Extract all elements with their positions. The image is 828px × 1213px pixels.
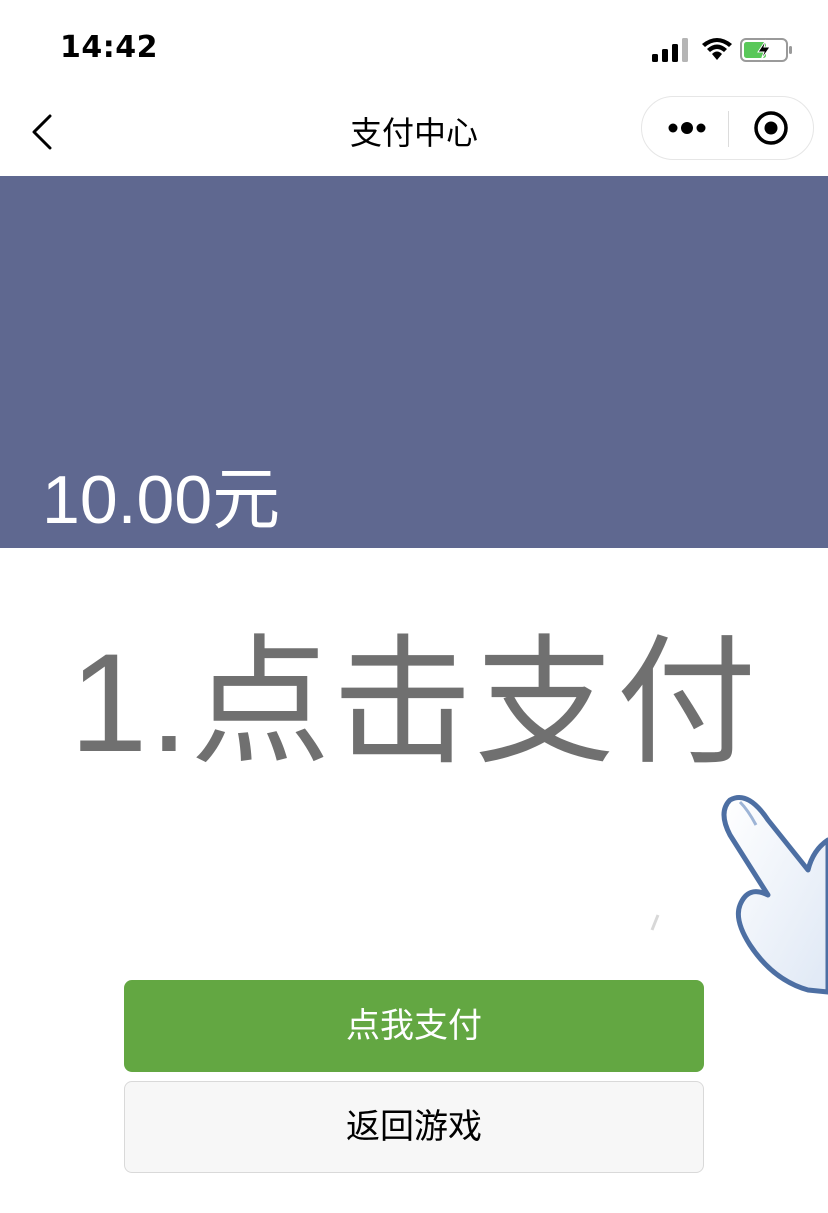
- instruction-text: 1.点击支付: [69, 624, 759, 781]
- close-target-icon[interactable]: [752, 109, 790, 147]
- return-to-game-button[interactable]: 返回游戏: [124, 1081, 704, 1173]
- payment-amount: 10.00元: [42, 462, 281, 538]
- wifi-icon: [702, 38, 732, 60]
- status-time: 14:42: [60, 30, 158, 65]
- hand-pointer-icon: [650, 795, 828, 995]
- battery-charging-icon: [740, 38, 792, 62]
- signal-icon: [652, 38, 688, 62]
- amount-banner: 10.00元: [0, 176, 828, 548]
- status-bar: 14:42: [0, 0, 828, 96]
- nav-bar: 支付中心: [0, 96, 828, 176]
- mini-program-capsule: [641, 96, 814, 160]
- capsule-divider: [728, 111, 729, 147]
- more-dots-icon[interactable]: [666, 115, 708, 141]
- pay-button[interactable]: 点我支付: [124, 980, 704, 1072]
